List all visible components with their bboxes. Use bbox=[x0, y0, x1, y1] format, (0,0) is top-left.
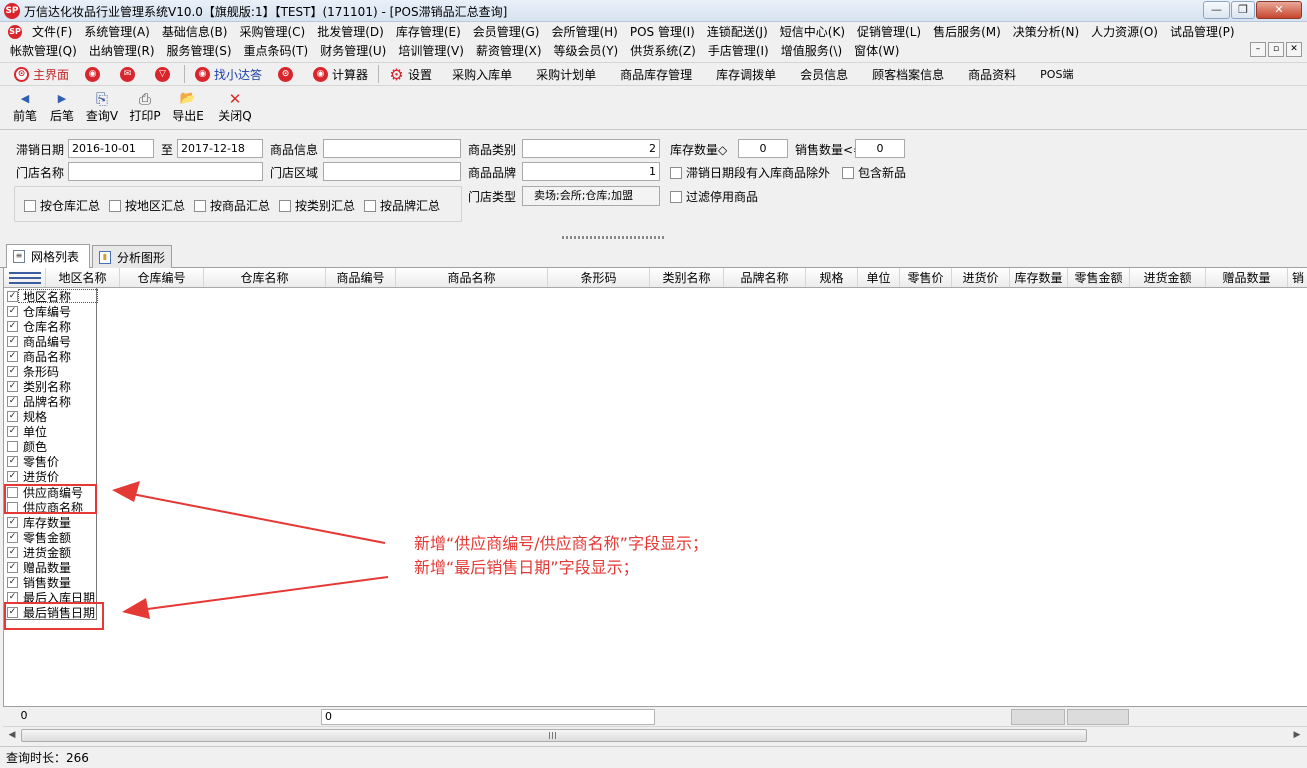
record-count: 0 bbox=[20, 709, 28, 722]
status-bar: 查询时长：266 bbox=[0, 746, 1307, 768]
footer-sum-cell: 0 bbox=[321, 709, 655, 725]
scroll-grip-icon bbox=[549, 732, 557, 739]
arrow-to-supplier-fields bbox=[112, 481, 386, 544]
horizontal-scrollbar[interactable]: ◀ ▶ bbox=[3, 726, 1307, 743]
annotation-text-supplier: 新增“供应商编号/供应商名称”字段显示； bbox=[414, 534, 708, 553]
footer-cell bbox=[1011, 709, 1065, 725]
annotation-arrows bbox=[112, 481, 389, 619]
arrow-to-last-sale-date bbox=[122, 576, 389, 619]
scroll-thumb[interactable] bbox=[21, 729, 1087, 742]
scroll-left-icon[interactable]: ◀ bbox=[4, 728, 20, 743]
footer-cell bbox=[1067, 709, 1129, 725]
scroll-right-icon[interactable]: ▶ bbox=[1289, 728, 1305, 743]
grid-footer: 0 0 bbox=[3, 706, 1307, 726]
annotation-text-last-sale: 新增“最后销售日期”字段显示； bbox=[414, 558, 639, 577]
